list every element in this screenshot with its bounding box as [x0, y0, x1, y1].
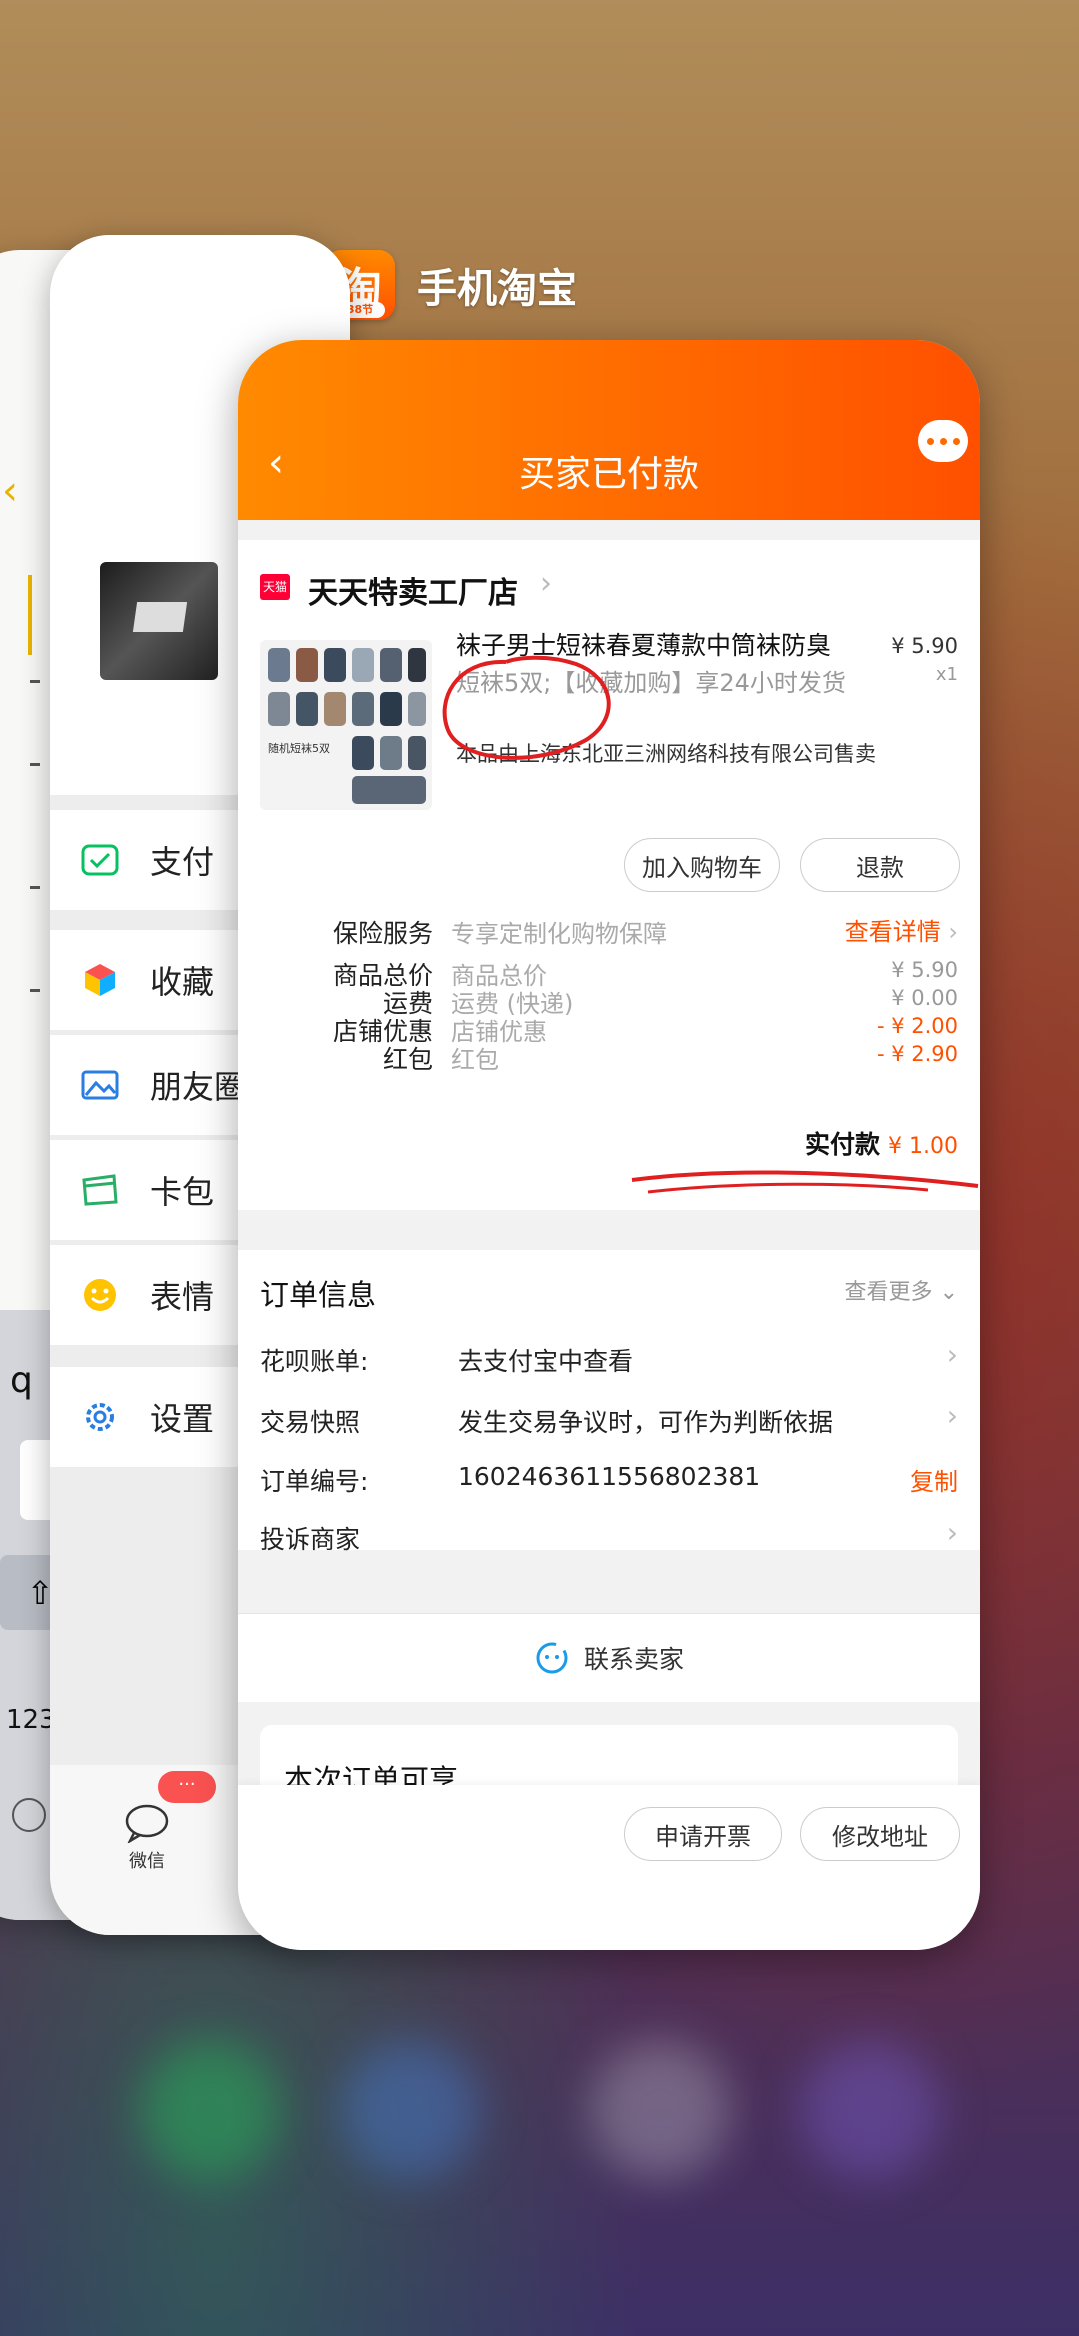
- price-row-amount: ¥ 0.00: [891, 986, 958, 1010]
- taobao-switcher-header[interactable]: 淘 38节 手机淘宝: [325, 250, 577, 320]
- gear-icon: [80, 1397, 120, 1437]
- change-address-button[interactable]: 修改地址: [800, 1807, 960, 1861]
- tab-wechat[interactable]: 微信: [112, 1803, 182, 1873]
- wechat-menu-label: 支付: [150, 843, 215, 881]
- order-number: 1602463611556802381: [458, 1462, 761, 1491]
- tmall-tag: 天猫: [260, 574, 290, 600]
- page-title: 买家已付款: [518, 454, 699, 495]
- wechat-pay-icon: [80, 840, 120, 880]
- wechat-menu-label: 朋友圈: [150, 1068, 247, 1106]
- price-row-value: 红包: [451, 1046, 499, 1074]
- view-more-label: 查看更多: [844, 1280, 933, 1305]
- message-icon[interactable]: [918, 420, 968, 462]
- chevron-right-icon[interactable]: ›: [947, 1516, 958, 1549]
- bottom-action-bar: 申请开票 修改地址: [238, 1785, 980, 1950]
- chat-face-icon: [536, 1642, 568, 1674]
- paid-amount: ¥ 1.00: [888, 1134, 958, 1159]
- chevron-right-icon[interactable]: ›: [947, 1399, 958, 1432]
- annotation-underline: [631, 1170, 979, 1194]
- socks-image: [268, 648, 426, 804]
- wechat-avatar[interactable]: [100, 562, 218, 680]
- notes-back-chevron-icon: ‹: [2, 468, 18, 514]
- dock-blur-green: [140, 2040, 280, 2180]
- moments-image-icon: [80, 1065, 120, 1105]
- copy-button[interactable]: 复制: [910, 1462, 958, 1497]
- info-label: 花呗账单:: [260, 1347, 369, 1376]
- annotation-circle: [442, 655, 611, 760]
- complain-merchant-link[interactable]: 投诉商家: [260, 1520, 360, 1556]
- dock-blur-purple: [800, 2040, 940, 2180]
- huabei-link[interactable]: 去支付宝中查看: [458, 1342, 633, 1378]
- price-row-amount: - ¥ 2.00: [876, 1014, 958, 1038]
- chevron-right-icon[interactable]: ›: [947, 1338, 958, 1371]
- wechat-menu-label: 卡包: [150, 1173, 215, 1211]
- thumb-caption: 随机短袜5双: [268, 742, 330, 755]
- chevron-down-icon: ⌄: [939, 1280, 958, 1305]
- refund-button[interactable]: 退款: [800, 838, 960, 892]
- store-name[interactable]: 天天特卖工厂店: [308, 568, 518, 612]
- price-row-amount: ¥ 5.90: [891, 958, 958, 982]
- contact-seller-button[interactable]: 联系卖家: [238, 1640, 980, 1676]
- tab-wechat-label: 微信: [129, 1851, 165, 1872]
- dock-blur-gray: [590, 2040, 730, 2180]
- view-more-link[interactable]: 查看更多 ⌄: [845, 1274, 958, 1306]
- dock-blur-blue: [340, 2040, 480, 2180]
- store-product-section: 天猫 天天特卖工厂店 › 随机短袜5双 袜子男士短袜春夏薄款中筒袜防臭 短袜5双…: [238, 540, 980, 1210]
- product-thumbnail[interactable]: 随机短袜5双: [260, 640, 432, 810]
- apply-invoice-button[interactable]: 申请开票: [624, 1807, 782, 1861]
- numbers-key[interactable]: 123: [6, 1705, 56, 1735]
- insurance-detail-link[interactable]: 查看详情 ›: [845, 912, 958, 947]
- taobao-app-card[interactable]: ‹ 买家已付款 天猫 天天特卖工厂店 › 随机短袜5双 袜子男士短袜春夏薄款中筒…: [238, 340, 980, 1950]
- emoji-smile-icon: [80, 1275, 120, 1315]
- wechat-menu-label: 设置: [150, 1400, 215, 1438]
- info-label: 交易快照: [260, 1408, 361, 1437]
- order-info-section: 订单信息 查看更多 ⌄ 花呗账单: 去支付宝中查看 › 交易快照 发生交易争议时…: [238, 1250, 980, 1554]
- insurance-value: 专享定制化购物保障: [451, 920, 667, 948]
- contact-seller-bar[interactable]: 联系卖家: [238, 1613, 980, 1702]
- taobao-app-title: 手机淘宝: [417, 266, 577, 312]
- product-price: ¥ 5.90: [891, 634, 958, 658]
- favorites-cube-icon: [80, 960, 120, 1000]
- wechat-menu-label: 收藏: [150, 963, 215, 1001]
- order-header: ‹ 买家已付款: [238, 340, 980, 520]
- snapshot-link[interactable]: 发生交易争议时，可作为判断依据: [458, 1403, 833, 1439]
- globe-icon[interactable]: [12, 1798, 46, 1832]
- order-info-title: 订单信息: [260, 1278, 377, 1312]
- insurance-label: 保险服务: [332, 919, 433, 948]
- store-chevron-icon[interactable]: ›: [540, 566, 552, 601]
- price-row-label: 红包: [382, 1045, 433, 1074]
- card-wallet-icon: [80, 1170, 120, 1210]
- add-to-cart-button[interactable]: 加入购物车: [624, 838, 780, 892]
- notes-cursor: [28, 575, 32, 655]
- insurance-link-label: 查看详情: [844, 918, 941, 946]
- price-row-amount: - ¥ 2.90: [876, 1042, 958, 1066]
- paid-total: 实付款 ¥ 1.00: [805, 1125, 958, 1161]
- wechat-menu-label: 表情: [150, 1278, 215, 1316]
- chevron-right-icon: ›: [948, 918, 958, 946]
- chat-bubble-icon: [125, 1804, 169, 1845]
- key-q[interactable]: q: [10, 1360, 33, 1401]
- paid-label: 实付款: [805, 1130, 881, 1159]
- info-label: 订单编号:: [260, 1467, 369, 1496]
- product-qty: x1: [935, 664, 958, 685]
- unread-badge: ···: [158, 1771, 216, 1803]
- contact-seller-label: 联系卖家: [583, 1645, 684, 1674]
